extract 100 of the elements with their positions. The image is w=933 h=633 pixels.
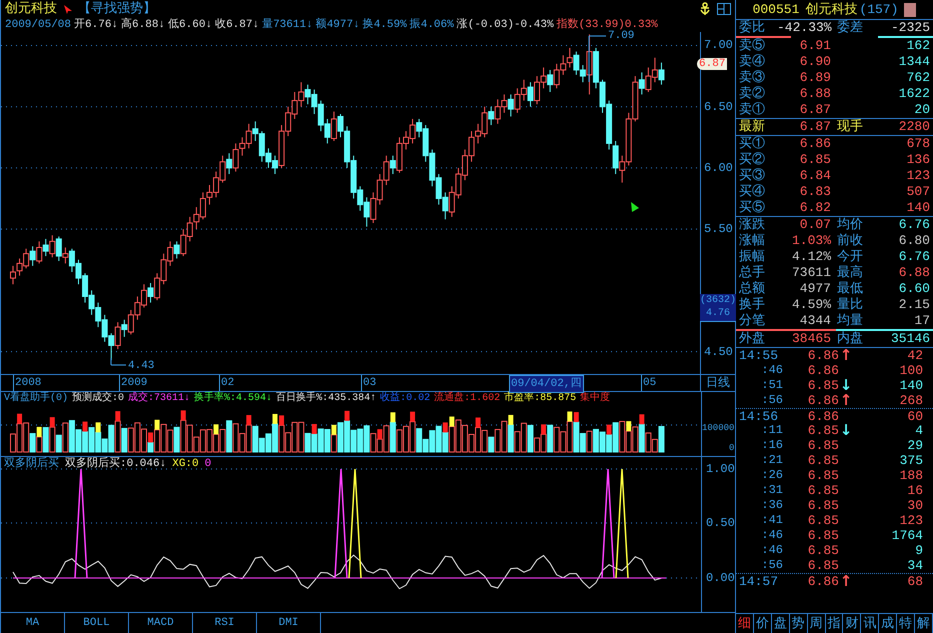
quote-value: 6.91 <box>798 38 831 54</box>
tick-volume: 100 <box>898 363 923 378</box>
indicator-legend-item: 百日换手%:435.384↑ <box>276 392 376 406</box>
period-label[interactable]: 日线 <box>700 375 735 391</box>
tick-volume: 4 <box>914 423 923 438</box>
quote-value: 6.86 <box>798 136 831 152</box>
indicator-tab[interactable]: BOLL <box>65 613 129 633</box>
quote-summary-item: 指数(33.99)0.33% <box>556 18 658 31</box>
date-axis-label: 09/04/02,四 <box>509 375 584 393</box>
quote-value: 762 <box>906 70 930 86</box>
tick-time: :36 <box>760 498 783 513</box>
indicator-tab[interactable]: MA <box>1 613 65 633</box>
badge-icon <box>904 2 916 16</box>
quote-label: 总额 <box>739 281 766 297</box>
quote-tab[interactable]: 势 <box>790 614 808 633</box>
quote-label: 买④ <box>739 184 766 200</box>
quote-tab[interactable]: 指 <box>826 614 844 633</box>
indicator-legend-item: 双多阴后买:0.046↓ <box>65 457 166 471</box>
candlestick <box>10 265 16 285</box>
indicator-legend-item: 0 <box>204 457 212 471</box>
quote-value: 20 <box>913 102 930 118</box>
quote-value: 6.76 <box>898 217 930 233</box>
candlestick <box>42 238 49 257</box>
indicator-tab[interactable]: MACD <box>129 613 193 633</box>
quote-tab[interactable]: 特 <box>897 614 916 633</box>
indicator-legend-item: 集中度 <box>580 392 610 406</box>
tick-arrow: ↓ <box>839 423 853 438</box>
tick-price: 6.85 <box>806 423 839 438</box>
quote-tab[interactable]: 解 <box>915 614 933 633</box>
low-price-label: 4.43 <box>128 359 154 374</box>
quote-value: 6.88 <box>798 86 831 102</box>
quote-label: 委比 <box>739 20 766 36</box>
quote-value: 4.12% <box>790 249 831 265</box>
quote-tab[interactable]: 盘 <box>772 614 790 633</box>
quote-label: 外盘 <box>739 331 766 347</box>
anchor-icon[interactable] <box>699 2 711 16</box>
quote-value: 6.87 <box>798 102 831 118</box>
tick-arrow: ↑ <box>839 574 853 589</box>
tick-volume: 9 <box>914 543 923 558</box>
indicator-axis-label: 0.50 <box>706 517 735 529</box>
stock-count: (157) <box>859 0 898 19</box>
indicator-tab[interactable]: RSI <box>193 613 257 633</box>
pointer-arrow-icon <box>63 4 72 14</box>
quote-summary-item: 振4.06% <box>410 18 454 32</box>
candlestick <box>232 142 239 172</box>
quote-tab[interactable]: 讯 <box>861 614 880 633</box>
window-icon[interactable] <box>717 3 731 15</box>
quote-summary-item: 低6.60↓ <box>168 18 212 32</box>
indicator-tab[interactable]: DMI <box>257 613 321 633</box>
quote-summary-item: 量73611↓ <box>262 18 313 32</box>
candlestick <box>488 106 494 126</box>
quote-summary-item: 涨(-0.03)-0.43% <box>456 18 554 32</box>
quote-summary-item: 收6.87↓ <box>215 18 260 32</box>
tick-volume: 16 <box>906 483 923 498</box>
tick-price: 6.85 <box>806 513 839 528</box>
tick-price: 6.85 <box>806 528 839 543</box>
candlestick <box>566 47 573 68</box>
candlestick <box>114 322 121 350</box>
tick-price: 6.85 <box>806 498 839 513</box>
candlestick <box>612 140 619 175</box>
indicator-axis-label: 0.00 <box>706 572 735 584</box>
scale-value: 4.76 <box>706 307 730 320</box>
stock-title: 创元科技 <box>5 0 57 18</box>
quote-label: 分笔 <box>739 313 766 329</box>
candlestick <box>56 236 62 262</box>
quote-summary-item: 高6.88↓ <box>121 18 166 32</box>
quote-tab[interactable]: 细 <box>736 614 754 633</box>
stock-name: 创元科技 <box>805 0 858 19</box>
tick-volume: 60 <box>906 409 923 424</box>
quote-label: 涨幅 <box>739 233 766 249</box>
quote-summary-item: 2009/05/08 <box>5 18 72 32</box>
quote-value: 6.82 <box>798 200 831 216</box>
tick-time: :46 <box>760 363 783 378</box>
quote-tab[interactable]: 成 <box>879 614 898 633</box>
quote-label: 最低 <box>836 281 864 297</box>
scale-count: (3632) <box>700 294 736 307</box>
indicator-legend-item: 换手率%:4.594↓ <box>194 392 272 406</box>
candlestick <box>658 62 664 86</box>
signal-arrow-icon <box>631 202 639 212</box>
quote-label: 换手 <box>739 297 766 313</box>
candlestick <box>62 247 68 264</box>
tick-volume: 30 <box>906 498 923 513</box>
tick-price: 6.86 <box>806 348 839 363</box>
quote-tab[interactable]: 周 <box>808 614 826 633</box>
candlestick <box>527 82 534 108</box>
strategy-link[interactable]: 【寻找强势】 <box>78 0 156 19</box>
quote-tab[interactable]: 价 <box>754 614 772 633</box>
indicator-legend-item: 成交:73611↓ <box>128 392 190 406</box>
quote-value: 6.84 <box>798 168 831 184</box>
quote-tab[interactable]: 财 <box>843 614 862 633</box>
candlestick <box>508 94 514 117</box>
quote-label: 卖② <box>739 86 766 102</box>
quote-label: 均价 <box>836 217 864 233</box>
quote-value: 136 <box>906 152 930 168</box>
candlestick <box>148 282 154 304</box>
tick-time: :46 <box>760 543 783 558</box>
date-axis-label: 2009 <box>119 375 150 391</box>
indicator-legend-item: XG:0 <box>172 457 199 471</box>
tick-price: 6.85 <box>806 468 839 483</box>
candlestick <box>174 240 180 260</box>
